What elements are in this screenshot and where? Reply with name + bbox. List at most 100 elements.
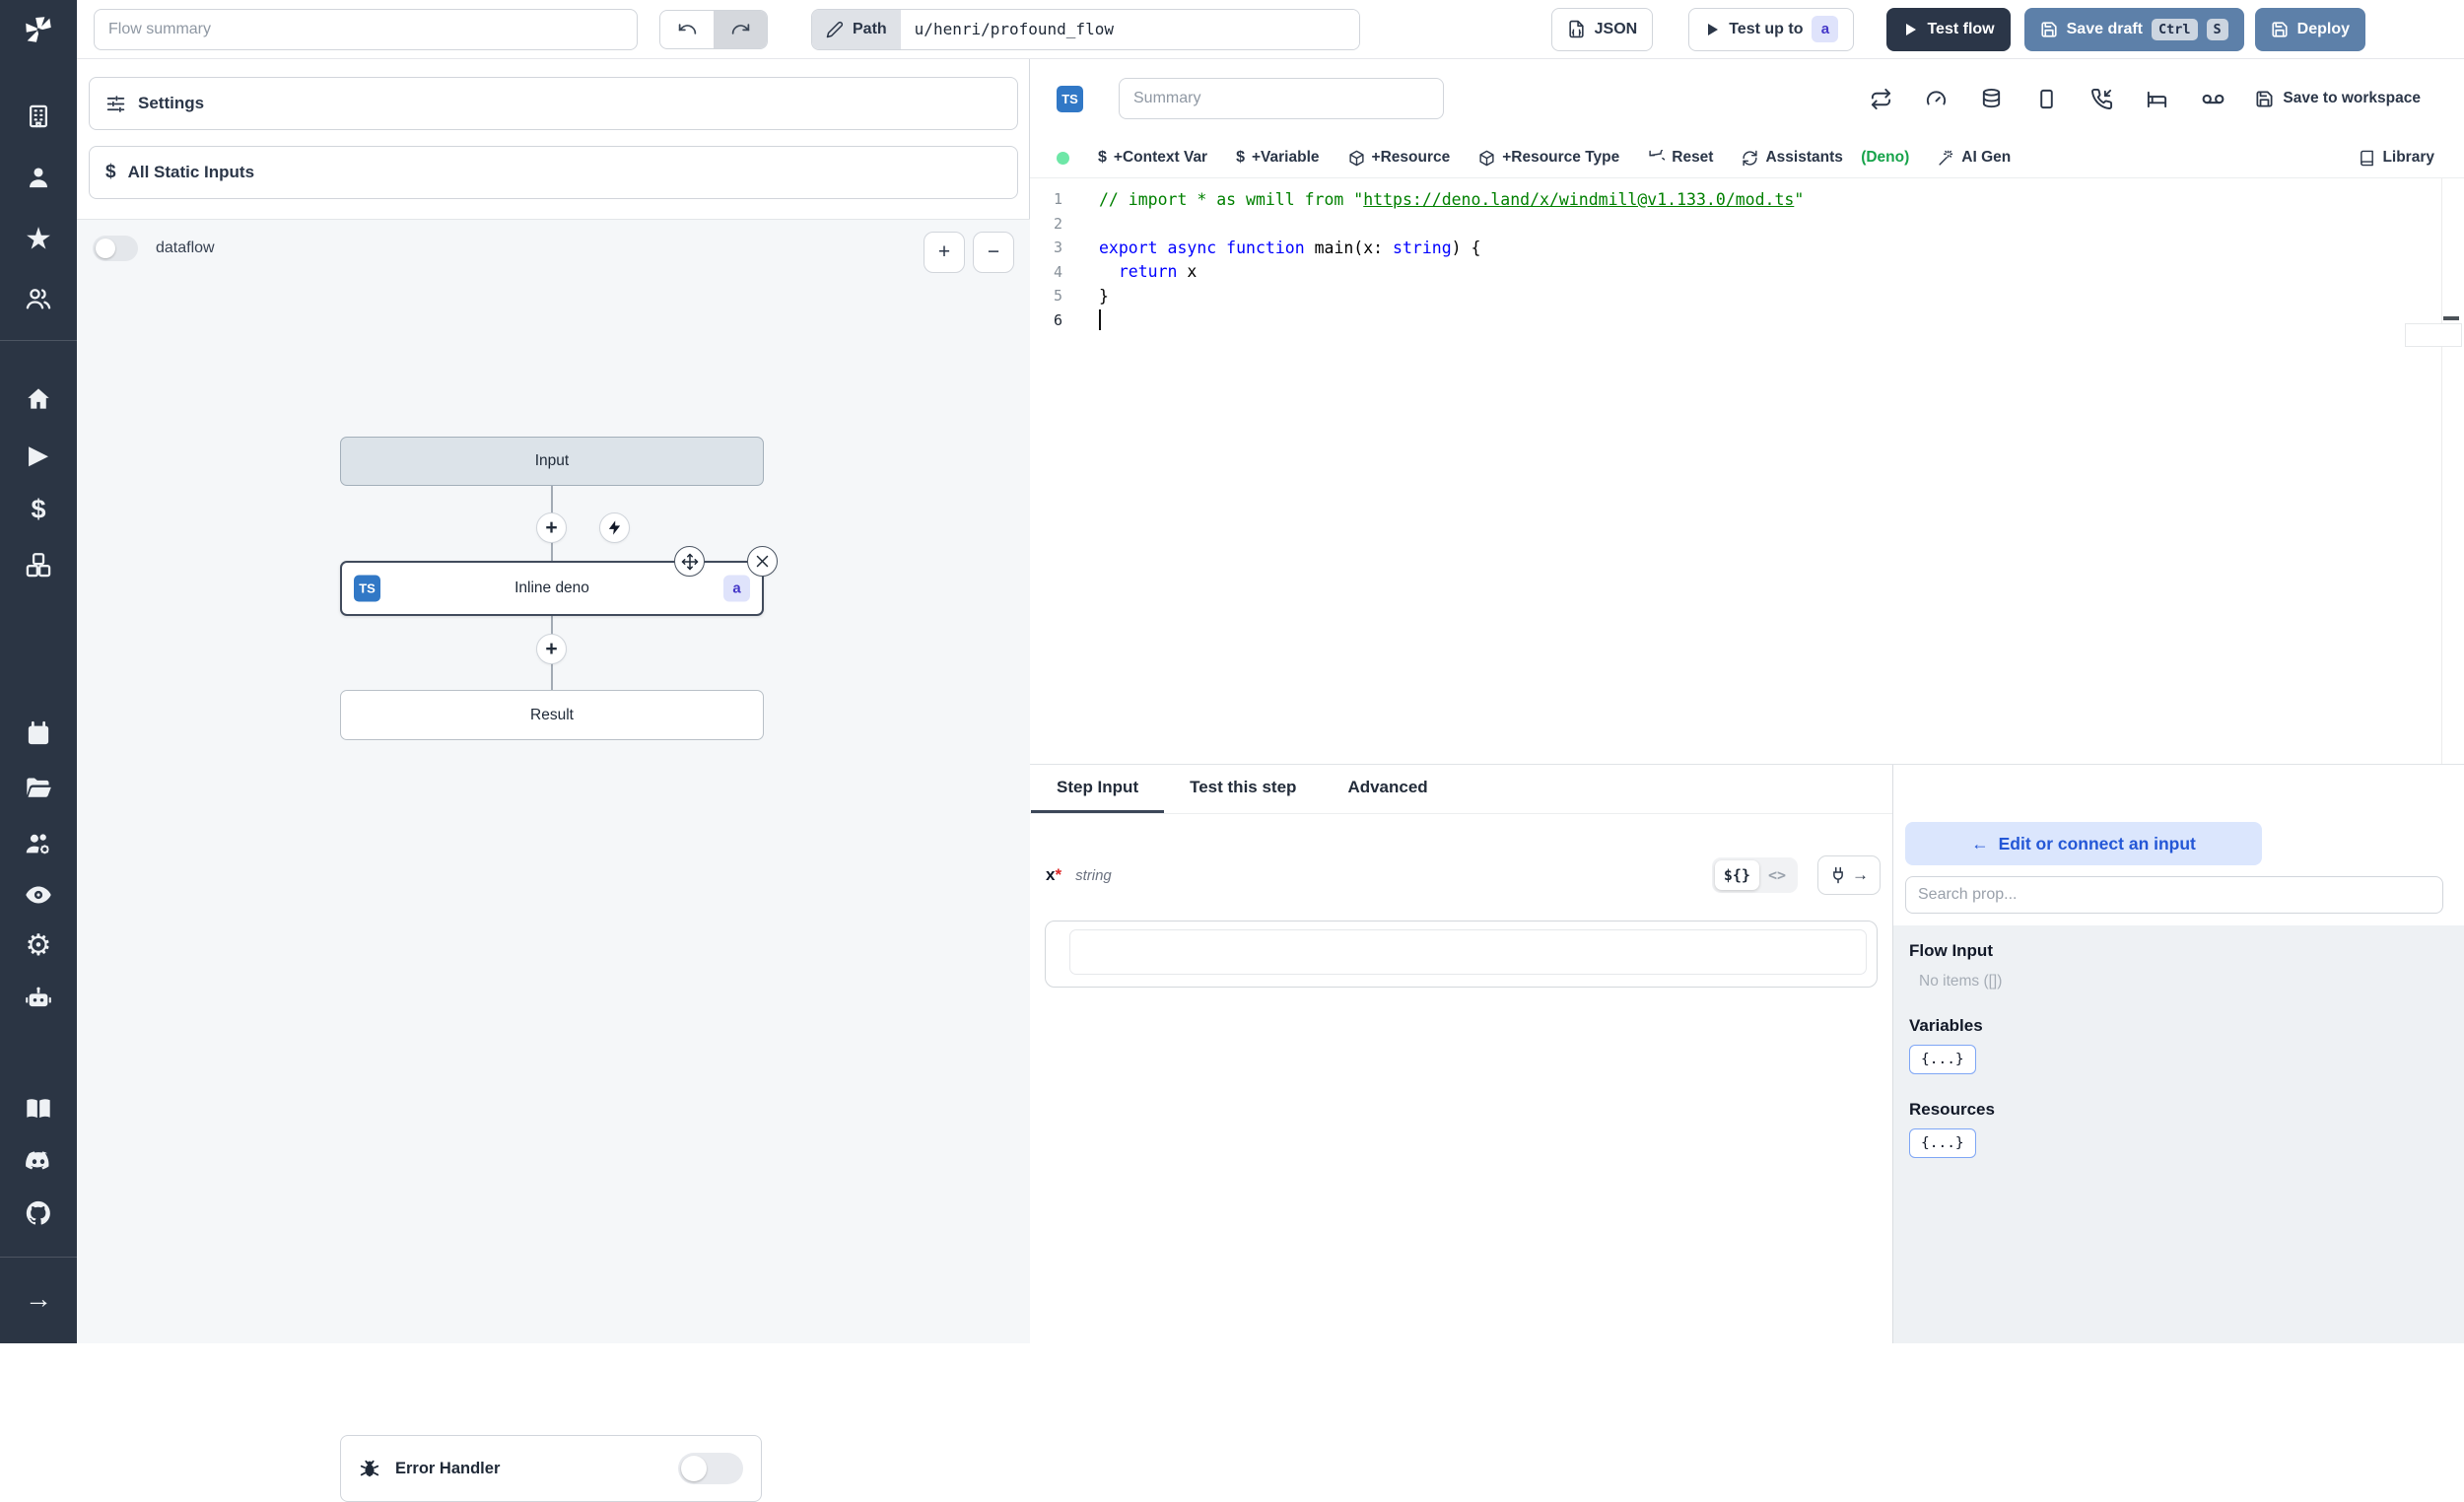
resources-cubes-icon[interactable]	[25, 551, 52, 579]
add-resource-type-button[interactable]: +Resource Type	[1478, 149, 1619, 167]
delete-step-button[interactable]	[747, 546, 778, 577]
insert-step-button[interactable]: +	[536, 512, 567, 543]
path-input[interactable]	[900, 9, 1359, 49]
search-prop-input[interactable]	[1905, 876, 2443, 914]
wand-icon	[1939, 150, 1953, 166]
dataflow-toggle[interactable]	[93, 236, 138, 261]
editor-scrollbar[interactable]	[2405, 323, 2462, 347]
workers-robot-icon[interactable]	[25, 985, 52, 1012]
code-line[interactable]: 4 return x	[1030, 260, 2464, 285]
code-line[interactable]: 1// import * as wmill from " https://deno…	[1030, 187, 2464, 212]
prop-picker: Flow Input No items ([]) Variables {...}…	[1893, 925, 2464, 1343]
window-rect-icon[interactable]	[2035, 88, 2058, 110]
app-sidebar: ★ ▶ $ ⚙ →	[0, 0, 77, 1343]
error-handler-toggle[interactable]	[678, 1453, 743, 1484]
code-line[interactable]: 2	[1030, 212, 2464, 237]
variables-object-chip[interactable]: {...}	[1909, 1045, 1976, 1074]
favorites-star-icon[interactable]: ★	[25, 224, 52, 254]
refresh-icon	[1743, 150, 1758, 166]
flow-input-title: Flow Input	[1909, 941, 1993, 960]
file-json-icon	[1569, 20, 1584, 38]
ai-gen-button[interactable]: AI Gen	[1938, 149, 2011, 167]
variables-dollar-icon[interactable]: $	[31, 496, 45, 523]
json-button[interactable]: JSON	[1550, 7, 1654, 51]
zoom-in-button[interactable]: +	[924, 232, 965, 273]
github-icon[interactable]	[25, 1199, 53, 1228]
move-step-button[interactable]	[674, 546, 705, 577]
kbd-ctrl: Ctrl	[2152, 18, 2198, 40]
reset-button[interactable]: Reset	[1648, 149, 1713, 167]
user-icon[interactable]	[26, 165, 52, 191]
runs-play-icon[interactable]: ▶	[29, 442, 48, 467]
tab-advanced[interactable]: Advanced	[1322, 765, 1453, 813]
expand-sidebar-arrow-icon[interactable]: →	[25, 1285, 52, 1313]
flow-graph[interactable]: dataflow + − Input + TS Inline deno a + …	[77, 219, 1030, 1502]
variables-title: Variables	[1909, 1016, 1983, 1035]
edit-or-connect-button[interactable]: ← Edit or connect an input	[1905, 822, 2262, 865]
undo-button[interactable]	[660, 11, 714, 48]
redo-button[interactable]	[714, 10, 767, 48]
windmill-logo-icon[interactable]	[22, 13, 55, 46]
code-lines: 1// import * as wmill from " https://deno…	[1030, 187, 2464, 332]
tab-test-this-step[interactable]: Test this step	[1164, 765, 1322, 813]
step-input-panel: Step Input Test this step Advanced x * st…	[1030, 765, 1892, 1343]
editor-header: TS Save to workspace	[1030, 59, 2464, 138]
workspace-building-icon[interactable]	[26, 103, 52, 130]
library-button[interactable]: Library	[2359, 149, 2434, 167]
gauge-icon[interactable]	[1925, 88, 1948, 110]
template-mode-button[interactable]: ${}	[1714, 860, 1759, 890]
all-static-inputs-button[interactable]: $ All Static Inputs	[89, 146, 1018, 199]
assistants-button[interactable]: Assistants (Deno)	[1742, 149, 1909, 167]
plug-icon	[1833, 866, 1843, 884]
code-mode-button[interactable]: <>	[1759, 860, 1795, 890]
code-line[interactable]: 6	[1030, 308, 2464, 333]
insert-step-button[interactable]: +	[536, 634, 567, 664]
test-up-to-button[interactable]: Test up to a	[1688, 7, 1855, 51]
code-line[interactable]: 5}	[1030, 284, 2464, 308]
schedules-calendar-icon[interactable]	[26, 720, 52, 748]
add-variable-button[interactable]: $ +Variable	[1236, 149, 1319, 167]
retry-repeat-icon[interactable]	[1870, 88, 1892, 110]
save-to-workspace-button[interactable]: Save to workspace	[2255, 90, 2421, 108]
trigger-zap-button[interactable]	[599, 512, 630, 543]
flow-settings-button[interactable]: Settings	[89, 77, 1018, 130]
code-line[interactable]: 3 export async function main(x: string) {	[1030, 236, 2464, 260]
step-id-badge: a	[723, 575, 750, 602]
voicemail-icon[interactable]	[2201, 87, 2225, 111]
test-flow-button[interactable]: Test flow	[1886, 7, 2011, 51]
add-context-var-button[interactable]: $ +Context Var	[1098, 149, 1207, 167]
users-group-icon[interactable]	[25, 285, 52, 312]
docs-book-icon[interactable]	[25, 1095, 52, 1123]
argument-value-input[interactable]	[1069, 929, 1867, 975]
save-icon	[2272, 21, 2288, 37]
package-icon	[1479, 150, 1494, 166]
zap-icon	[608, 520, 621, 535]
flow-result-node[interactable]: Result	[340, 690, 764, 740]
code-editor[interactable]: 1// import * as wmill from " https://deno…	[1030, 177, 2464, 764]
save-draft-button[interactable]: Save draft Ctrl S	[2023, 7, 2244, 51]
argument-name: x	[1046, 865, 1056, 884]
add-resource-button[interactable]: +Resource	[1348, 149, 1450, 167]
folders-icon[interactable]	[25, 775, 52, 802]
error-handler-card[interactable]: Error Handler	[340, 1435, 762, 1502]
path-chip[interactable]: Path	[812, 9, 901, 49]
audit-eye-icon[interactable]	[25, 881, 53, 910]
phone-incoming-icon[interactable]	[2090, 88, 2113, 110]
deploy-button[interactable]: Deploy	[2254, 7, 2365, 51]
sidebar-divider	[0, 1257, 77, 1258]
resources-object-chip[interactable]: {...}	[1909, 1128, 1976, 1158]
groups-admin-icon[interactable]	[25, 830, 52, 857]
flow-input-node[interactable]: Input	[340, 437, 764, 486]
step-summary-input[interactable]	[1119, 78, 1444, 119]
discord-icon[interactable]	[25, 1147, 53, 1176]
settings-gear-icon[interactable]: ⚙	[26, 931, 52, 961]
dollar-icon: $	[1236, 149, 1245, 166]
sleep-bed-icon[interactable]	[2146, 88, 2168, 110]
sidebar-divider	[0, 340, 77, 341]
connect-input-button[interactable]: →	[1817, 855, 1881, 895]
zoom-out-button[interactable]: −	[973, 232, 1014, 273]
home-icon[interactable]	[26, 386, 52, 413]
cache-database-icon[interactable]	[1980, 88, 2003, 110]
tab-step-input[interactable]: Step Input	[1031, 765, 1165, 813]
flow-summary-input[interactable]	[94, 8, 638, 50]
